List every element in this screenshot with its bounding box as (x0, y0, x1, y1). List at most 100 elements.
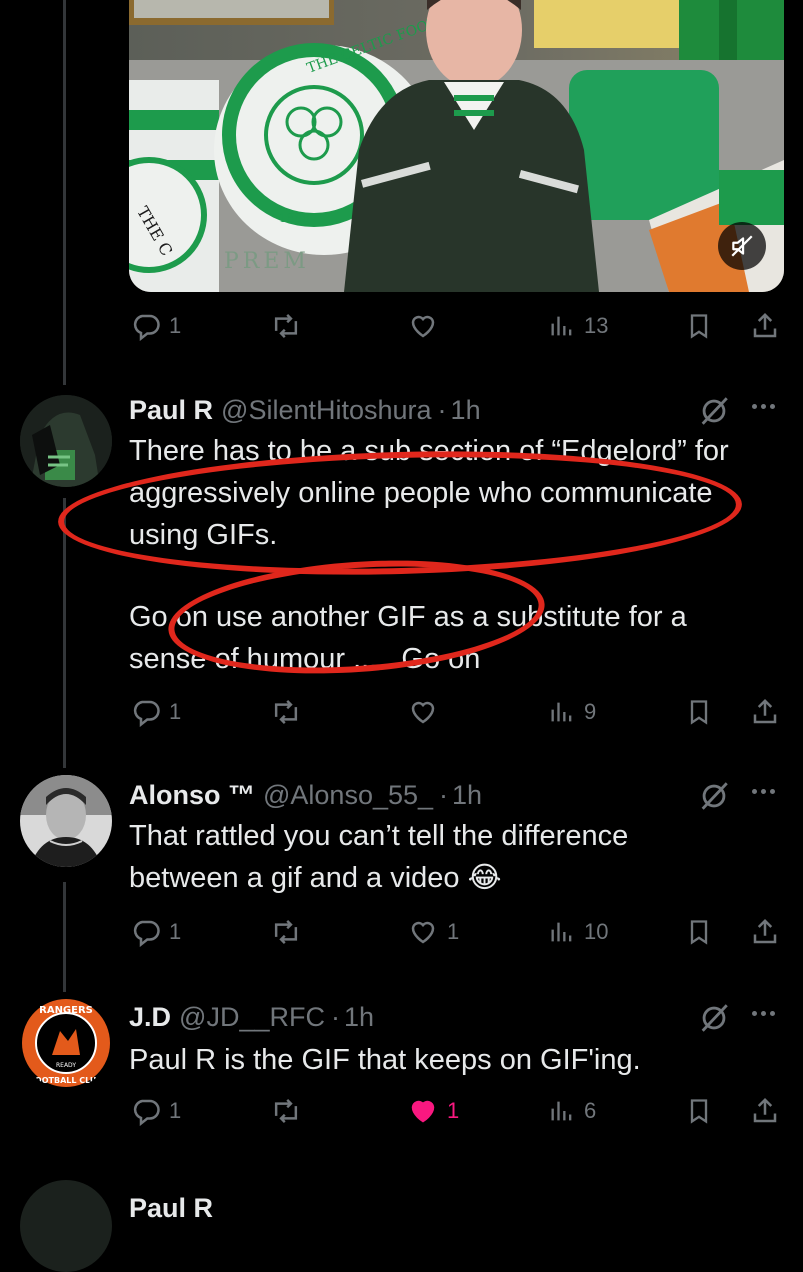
retweet-icon (274, 1099, 298, 1123)
separator-dot: · (437, 394, 447, 425)
grok-icon (701, 397, 728, 425)
like-button[interactable] (407, 306, 439, 346)
grok-button[interactable] (697, 394, 731, 433)
badge-text-top: RANGERS (39, 1005, 93, 1016)
reply-icon (133, 700, 160, 727)
more-icon (752, 404, 757, 409)
bookmark-button[interactable] (685, 1091, 713, 1131)
handle[interactable]: @Alonso_55_ (263, 780, 433, 811)
reply-button[interactable]: 1 (131, 1091, 181, 1131)
retweet-button[interactable] (270, 306, 302, 346)
reply-button[interactable]: 1 (131, 306, 181, 346)
avatar-image (20, 775, 112, 867)
tweet-actions: 1 9 (129, 692, 784, 732)
views-icon (551, 1101, 572, 1121)
avatar[interactable] (20, 395, 112, 487)
badge-text-bottom: FOOTBALL CLUB (29, 1076, 102, 1085)
avatar-image (20, 395, 112, 487)
views-icon (551, 702, 572, 722)
more-options-button[interactable] (752, 404, 775, 409)
timestamp[interactable]: 1h (344, 1002, 374, 1033)
avatar[interactable] (20, 775, 112, 867)
view-count: 10 (584, 919, 609, 944)
share-button[interactable] (750, 1091, 780, 1131)
thread-line (63, 498, 66, 768)
more-icon (752, 1011, 757, 1016)
display-name[interactable]: Alonso ™ (129, 780, 255, 811)
avatar[interactable] (20, 1180, 112, 1272)
grok-icon (701, 1004, 728, 1032)
speaker-muted-icon (731, 235, 753, 257)
bookmark-icon (690, 700, 708, 725)
reply-count: 1 (169, 699, 182, 724)
like-button[interactable]: 1 (407, 1091, 459, 1131)
rangers-badge-icon: RANGERS FOOTBALL CLUB READY (22, 999, 110, 1087)
views-button[interactable]: 9 (548, 692, 596, 732)
tweet-video[interactable]: THE C THE CELTIC FOOTB 1888 PREM (129, 0, 784, 292)
tweet-header: Paul R (129, 1188, 213, 1228)
more-options-button[interactable] (752, 789, 775, 794)
like-count: 1 (447, 1098, 460, 1123)
more-icon (752, 789, 757, 794)
reply-icon (133, 920, 160, 947)
reply-icon (133, 314, 160, 341)
reply-count: 1 (169, 919, 182, 944)
share-button[interactable] (750, 306, 780, 346)
tweet-actions: 1 1 10 (129, 912, 784, 952)
view-count: 6 (584, 1098, 597, 1123)
grok-button[interactable] (697, 779, 731, 818)
retweet-button[interactable] (270, 912, 302, 952)
bookmark-button[interactable] (685, 912, 713, 952)
reply-button[interactable]: 1 (131, 912, 181, 952)
retweet-icon (274, 314, 298, 338)
like-button[interactable] (407, 692, 439, 732)
display-name[interactable]: Paul R (129, 395, 213, 426)
reply-count: 1 (169, 313, 182, 338)
display-name[interactable]: Paul R (129, 1193, 213, 1224)
thread-line (63, 0, 66, 385)
grok-button[interactable] (697, 1001, 731, 1040)
retweet-icon (274, 700, 298, 724)
views-button[interactable]: 10 (548, 912, 608, 952)
crest-year: 1888 (279, 211, 310, 225)
display-name[interactable]: J.D (129, 1002, 171, 1033)
tweet-actions: 1 13 (129, 306, 784, 346)
more-options-button[interactable] (752, 1011, 775, 1016)
bookmark-icon (690, 920, 708, 945)
views-button[interactable]: 13 (548, 306, 608, 346)
share-button[interactable] (750, 692, 780, 732)
retweet-icon (274, 920, 298, 944)
heart-filled-icon (411, 1100, 435, 1123)
share-icon (753, 698, 777, 724)
separator-dot: · (330, 1001, 340, 1032)
bookmark-button[interactable] (685, 306, 713, 346)
scarf-bottom-text: PREM (224, 249, 310, 274)
avatar[interactable]: RANGERS FOOTBALL CLUB READY (20, 997, 112, 1089)
like-button[interactable]: 1 (407, 912, 459, 952)
timestamp[interactable]: 1h (452, 780, 482, 811)
handle[interactable]: @JD__RFC (179, 1002, 325, 1033)
share-icon (753, 1097, 777, 1123)
mute-button[interactable] (718, 222, 766, 270)
reply-icon (133, 1099, 160, 1126)
reply-count: 1 (169, 1098, 182, 1123)
retweet-button[interactable] (270, 692, 302, 732)
retweet-button[interactable] (270, 1091, 302, 1131)
timestamp[interactable]: 1h (451, 395, 481, 426)
separator-dot: · (439, 779, 449, 810)
tweet-text: That rattled you can’t tell the differen… (129, 820, 637, 894)
badge-text-small: READY (56, 1062, 76, 1069)
video-frame: THE C THE CELTIC FOOTB 1888 PREM (129, 0, 784, 292)
tweet-header: Paul R @SilentHitoshura · 1h (129, 390, 481, 430)
bookmark-icon (690, 1099, 708, 1124)
views-icon (551, 922, 572, 942)
grok-icon (701, 782, 728, 810)
share-button[interactable] (750, 912, 780, 952)
bookmark-button[interactable] (685, 692, 713, 732)
handle[interactable]: @SilentHitoshura (221, 395, 432, 426)
share-icon (753, 312, 777, 338)
tweet-actions: 1 1 6 (129, 1091, 784, 1131)
views-button[interactable]: 6 (548, 1091, 596, 1131)
view-count: 9 (584, 699, 597, 724)
reply-button[interactable]: 1 (131, 692, 181, 732)
